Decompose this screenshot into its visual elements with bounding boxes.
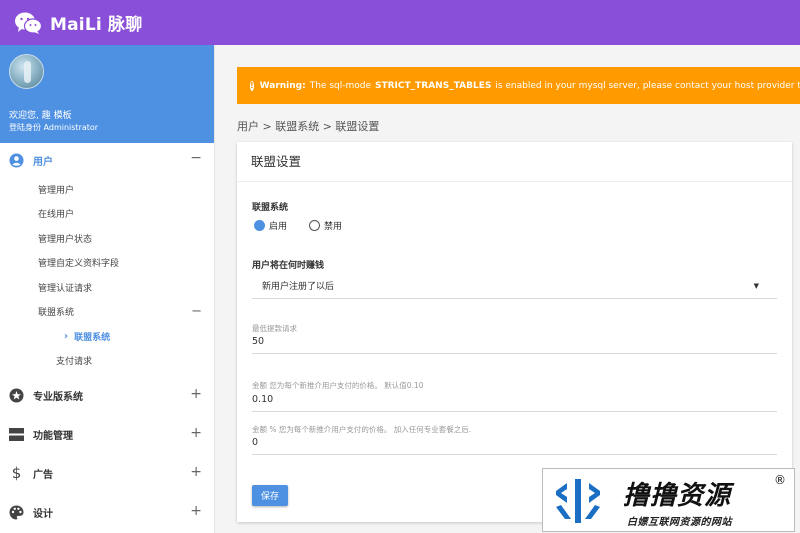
- watermark: 撸撸资源 ® 白嫖互联网资源的网站: [542, 468, 795, 532]
- sidebar-item-label: 支付请求: [56, 357, 93, 368]
- top-bar: MaiLi 脉聊: [0, 0, 800, 45]
- sidebar-section-label: 专业版系统: [33, 391, 83, 403]
- card-title: 联盟设置: [237, 142, 792, 182]
- dropdown-caret-icon: ▼: [753, 282, 759, 290]
- sidebar-section-label: 功能管理: [33, 430, 73, 442]
- watermark-registered-mark: ®: [774, 473, 786, 487]
- sidebar-item-label: 在线用户: [38, 210, 75, 221]
- amount-hint: 金额 您为每个新推介用户支付的价格。 默认值0.10: [252, 381, 424, 390]
- features-icon: [9, 427, 24, 442]
- expand-icon[interactable]: +: [190, 386, 202, 402]
- warning-icon: !: [250, 80, 254, 91]
- warning-text-after: is enabled in your mysql server, please …: [495, 80, 800, 91]
- sidebar-section-features[interactable]: 功能管理 +: [0, 418, 214, 450]
- star-circle-icon: [9, 388, 24, 403]
- sidebar-item-label: 管理认证请求: [38, 283, 93, 294]
- sidebar: 欢迎您, 趣 模板 登陆身份 Administrator 用户 − 管理用户 在…: [0, 45, 215, 533]
- warning-banner: ! Warning: The sql-mode STRICT_TRANS_TAB…: [237, 67, 800, 104]
- expand-icon[interactable]: +: [190, 503, 202, 519]
- percent-hint: 金额 % 您为每个新推介用户支付的价格。 加入任何专业套餐之后.: [252, 425, 472, 434]
- radio-disable[interactable]: 禁用: [309, 219, 342, 232]
- radio-unchecked-icon: [309, 220, 320, 231]
- earn-when-select[interactable]: 新用户注册了以后 ▼: [252, 272, 777, 299]
- affiliate-settings-card: 联盟设置 联盟系统 启用 禁用 用户将在何时赚钱 新用户注册了以后 ▼ 最低提款…: [237, 142, 792, 522]
- sidebar-item-manage-users[interactable]: 管理用户: [0, 177, 214, 202]
- sidebar-item-label: 管理用户状态: [38, 234, 93, 245]
- sidebar-section-ads[interactable]: $ 广告 +: [0, 457, 214, 489]
- radio-checked-icon: [254, 220, 265, 231]
- sidebar-item-user-status[interactable]: 管理用户状态: [0, 226, 214, 251]
- sidebar-item-label: 管理用户: [38, 185, 75, 196]
- expand-icon[interactable]: +: [190, 425, 202, 441]
- avatar[interactable]: [9, 54, 44, 89]
- sidebar-section-user[interactable]: 用户 −: [0, 143, 214, 177]
- app-title[interactable]: MaiLi 脉聊: [50, 10, 142, 35]
- collapse-icon[interactable]: −: [190, 150, 202, 166]
- sidebar-item-label: 联盟系统: [74, 332, 111, 343]
- sidebar-item-label: 联盟系统: [38, 308, 75, 319]
- sidebar-item-payment-requests[interactable]: 支付请求: [0, 349, 214, 374]
- sidebar-item-verification[interactable]: 管理认证请求: [0, 275, 214, 300]
- sidebar-item-affiliate[interactable]: 联盟系统 −: [0, 300, 214, 325]
- sidebar-item-affiliate-system[interactable]: › 联盟系统: [0, 324, 214, 349]
- watermark-subtitle: 白嫖互联网资源的网站: [627, 517, 732, 528]
- watermark-main-text: 撸撸资源: [623, 481, 732, 511]
- radio-enable[interactable]: 启用: [254, 219, 287, 232]
- sidebar-item-online-users[interactable]: 在线用户: [0, 202, 214, 227]
- affiliate-system-label: 联盟系统: [252, 203, 289, 213]
- welcome-text: 欢迎您, 趣 模板: [9, 111, 72, 121]
- palette-icon: [9, 505, 24, 520]
- sidebar-section-pro[interactable]: 专业版系统 +: [0, 379, 214, 411]
- save-button[interactable]: 保存: [252, 485, 288, 506]
- profile-panel: 欢迎您, 趣 模板 登陆身份 Administrator: [0, 45, 214, 143]
- sidebar-item-custom-fields[interactable]: 管理自定义资料字段: [0, 251, 214, 276]
- radio-disable-label: 禁用: [324, 222, 343, 232]
- min-withdrawal-input[interactable]: 50: [252, 334, 777, 354]
- chevron-right-icon: ›: [64, 330, 69, 342]
- radio-enable-label: 启用: [269, 222, 288, 232]
- earn-when-value: 新用户注册了以后: [262, 281, 335, 292]
- sidebar-item-label: 管理自定义资料字段: [38, 259, 120, 270]
- percent-input[interactable]: 0: [252, 435, 777, 455]
- earn-when-label: 用户将在何时赚钱: [252, 261, 325, 271]
- sidebar-section-design[interactable]: 设计 +: [0, 496, 214, 528]
- warning-prefix: Warning:: [259, 80, 306, 91]
- sidebar-section-label: 用户: [33, 156, 53, 168]
- watermark-logo-icon: [556, 479, 600, 523]
- sidebar-section-label: 广告: [33, 469, 53, 481]
- user-circle-icon: [9, 153, 24, 168]
- role-text: 登陆身份 Administrator: [9, 123, 99, 132]
- wechat-logo-icon: [15, 12, 42, 34]
- min-withdrawal-hint: 最低提款请求: [252, 324, 297, 333]
- expand-icon[interactable]: +: [190, 464, 202, 480]
- sidebar-section-label: 设计: [33, 508, 53, 520]
- warning-code: STRICT_TRANS_TABLES: [375, 80, 492, 91]
- dollar-icon: $: [11, 464, 22, 482]
- collapse-icon[interactable]: −: [191, 304, 202, 319]
- amount-input[interactable]: 0.10: [252, 392, 777, 412]
- breadcrumb: 用户 > 联盟系统 > 联盟设置: [237, 120, 380, 133]
- warning-text-before: The sql-mode: [309, 80, 371, 91]
